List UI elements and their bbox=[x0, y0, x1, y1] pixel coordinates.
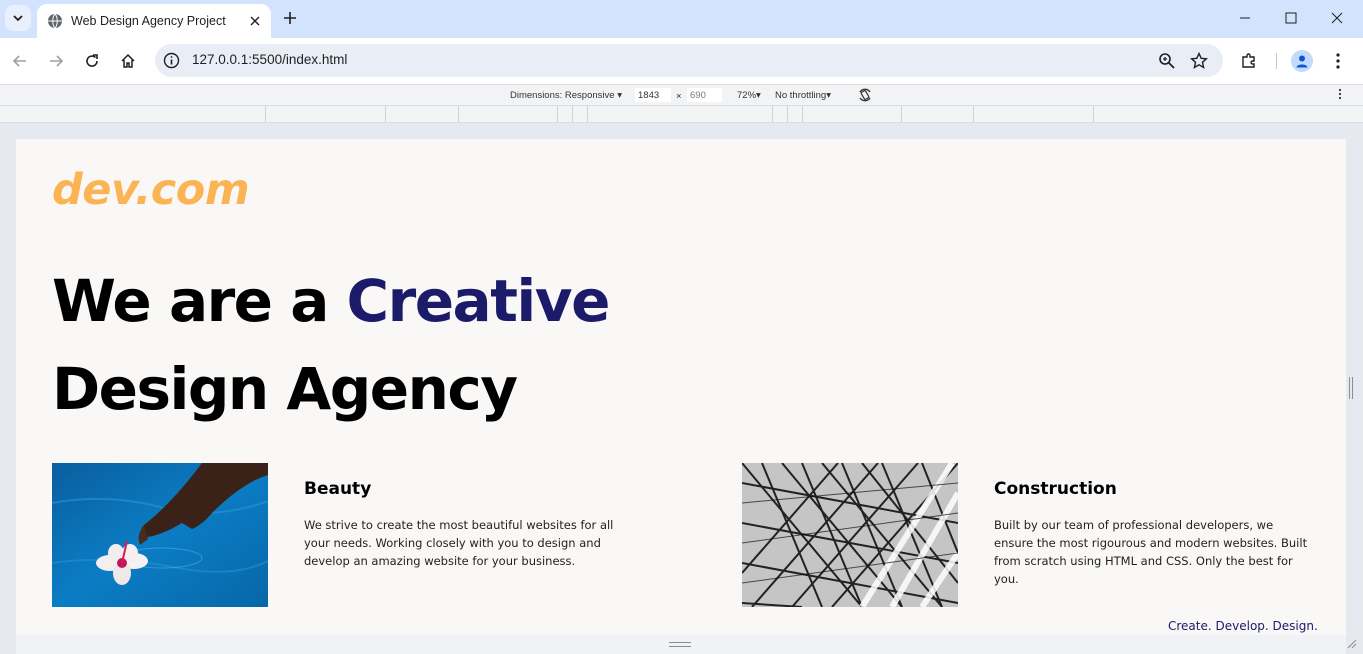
right-resize-handle[interactable] bbox=[1349, 377, 1353, 399]
puzzle-icon bbox=[1242, 53, 1255, 68]
hero-heading: We are a Creative Design Agency bbox=[52, 257, 611, 433]
ruler-tick bbox=[587, 106, 588, 122]
site-logo[interactable]: dev.com bbox=[52, 165, 250, 215]
arrow-left-icon bbox=[12, 55, 26, 67]
bookmark-star-icon[interactable] bbox=[1190, 52, 1208, 70]
minimize-icon bbox=[1240, 17, 1250, 19]
kebab-menu-icon bbox=[1336, 53, 1340, 69]
address-bar[interactable]: 127.0.0.1:5500/index.html bbox=[155, 44, 1223, 77]
ruler-tick bbox=[385, 106, 386, 122]
maximize-icon bbox=[1285, 12, 1297, 24]
home-icon bbox=[121, 53, 135, 68]
construction-image bbox=[742, 463, 958, 607]
reload-icon bbox=[86, 54, 98, 67]
emulated-page: dev.com We are a Creative Design Agency bbox=[16, 139, 1346, 635]
ruler-tick bbox=[802, 106, 803, 122]
browser-toolbar: 127.0.0.1:5500/index.html bbox=[0, 38, 1363, 84]
site-info-icon[interactable] bbox=[163, 52, 180, 69]
construction-text: Built by our team of professional develo… bbox=[994, 518, 1308, 586]
ruler-tick bbox=[458, 106, 459, 122]
dimension-times: × bbox=[676, 91, 682, 102]
zoom-label: 72% bbox=[737, 90, 757, 101]
beauty-text: We strive to create the most beautiful w… bbox=[304, 518, 614, 568]
corner-resize-icon[interactable] bbox=[1345, 637, 1357, 649]
ruler-tick bbox=[265, 106, 266, 122]
ruler-tick bbox=[973, 106, 974, 122]
profile-avatar[interactable] bbox=[1291, 50, 1313, 72]
media-query-ruler[interactable] bbox=[0, 106, 1363, 123]
chevron-down-icon bbox=[13, 15, 23, 22]
person-icon bbox=[1296, 55, 1308, 68]
caret-down-icon: ▾ bbox=[617, 90, 622, 101]
plus-icon bbox=[284, 12, 296, 24]
dimensions-dropdown[interactable]: Dimensions: Responsive ▾ bbox=[510, 90, 622, 101]
rotate-icon bbox=[859, 88, 871, 102]
construction-title: Construction bbox=[994, 479, 1117, 499]
active-tab[interactable]: Web Design Agency Project bbox=[37, 4, 271, 38]
extensions-button[interactable] bbox=[1238, 50, 1260, 72]
toolbar-separator bbox=[1276, 53, 1277, 69]
globe-icon bbox=[47, 13, 63, 29]
new-tab-button[interactable] bbox=[280, 8, 300, 28]
minimize-button[interactable] bbox=[1222, 4, 1268, 32]
ruler-tick bbox=[572, 106, 573, 122]
close-tab-icon[interactable] bbox=[247, 13, 263, 29]
ruler-tick bbox=[787, 106, 788, 122]
tagline: Create. Develop. Design. bbox=[1168, 619, 1318, 633]
zoom-icon[interactable] bbox=[1158, 52, 1176, 70]
caret-down-icon: ▾ bbox=[756, 90, 761, 101]
rotate-button[interactable] bbox=[857, 87, 873, 106]
reload-button[interactable] bbox=[80, 49, 104, 73]
throttling-label: No throttling bbox=[775, 90, 827, 101]
home-button[interactable] bbox=[116, 49, 140, 73]
back-button[interactable] bbox=[8, 49, 32, 73]
hero-prefix: We are a bbox=[52, 267, 347, 335]
forward-button[interactable] bbox=[44, 49, 68, 73]
height-input[interactable]: 690 bbox=[687, 88, 722, 102]
throttling-dropdown[interactable]: No throttling▾ bbox=[775, 90, 831, 101]
ruler-tick bbox=[901, 106, 902, 122]
bottom-resize-handle[interactable] bbox=[669, 642, 691, 647]
beauty-image bbox=[52, 463, 268, 607]
tab-strip: Web Design Agency Project bbox=[0, 0, 1363, 38]
hero-line-1: We are a Creative bbox=[52, 257, 611, 345]
hero-accent: Creative bbox=[346, 267, 611, 335]
width-input[interactable]: 1843 bbox=[635, 88, 671, 102]
device-toolbar-more-icon[interactable] bbox=[1338, 88, 1350, 102]
caret-down-icon: ▾ bbox=[826, 90, 832, 101]
ruler-tick bbox=[557, 106, 558, 122]
close-icon bbox=[1331, 12, 1343, 24]
device-toolbar: Dimensions: Responsive ▾ 1843 × 690 72%▾… bbox=[0, 84, 1363, 106]
ruler-tick bbox=[772, 106, 773, 122]
arrow-right-icon bbox=[50, 55, 64, 67]
close-window-button[interactable] bbox=[1314, 4, 1360, 32]
tab-title: Web Design Agency Project bbox=[71, 14, 226, 28]
hero-line-2: Design Agency bbox=[52, 355, 518, 423]
maximize-button[interactable] bbox=[1268, 4, 1314, 32]
dimensions-label: Dimensions: Responsive bbox=[510, 90, 615, 101]
beauty-title: Beauty bbox=[304, 479, 372, 499]
zoom-dropdown[interactable]: 72%▾ bbox=[737, 90, 761, 101]
browser-menu-button[interactable] bbox=[1327, 50, 1349, 72]
url-text[interactable]: 127.0.0.1:5500/index.html bbox=[192, 52, 347, 67]
ruler-tick bbox=[1093, 106, 1094, 122]
tab-search-button[interactable] bbox=[5, 5, 31, 31]
